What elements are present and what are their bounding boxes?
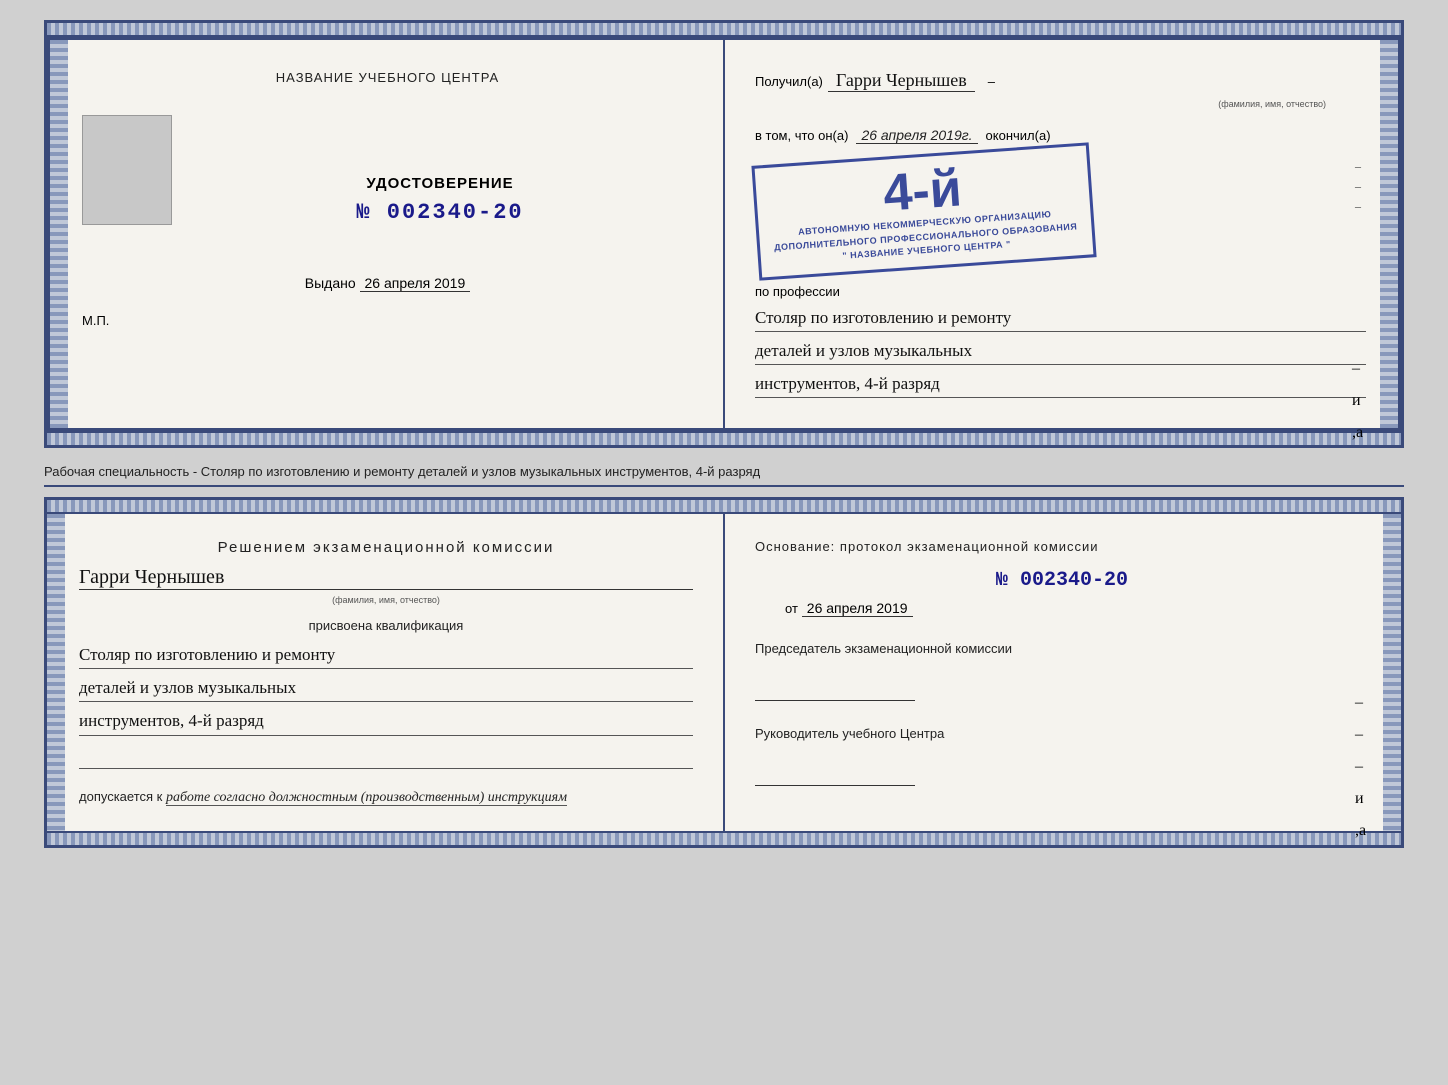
- booklet-left-panel: НАЗВАНИЕ УЧЕБНОГО ЦЕНТРА УДОСТОВЕРЕНИЕ №…: [50, 40, 725, 428]
- stamp-area: 4-й АВТОНОМНУЮ НЕКОММЕРЧЕСКУЮ ОРГАНИЗАЦИ…: [755, 154, 1366, 269]
- bottom-prof-line3: инструментов, 4-й разряд: [79, 707, 693, 735]
- protocol-number: № 002340-20: [755, 569, 1369, 592]
- profession-line2: деталей и узлов музыкальных: [755, 337, 1366, 365]
- booklet-content: НАЗВАНИЕ УЧЕБНОГО ЦЕНТРА УДОСТОВЕРЕНИЕ №…: [47, 37, 1401, 431]
- dopuskaetsya-block: допускается к работе согласно должностны…: [79, 789, 693, 806]
- predsedatel-signature-line: [755, 676, 915, 701]
- profession-block-top: Столяр по изготовлению и ремонту деталей…: [755, 304, 1366, 399]
- booklet-right-panel: Получил(а) Гарри Чернышев – (фамилия, им…: [725, 40, 1398, 428]
- vydano-line: Выдано 26 апреля 2019: [305, 275, 471, 291]
- po-professii-label: по профессии: [755, 284, 1366, 299]
- bottom-left-strip: [47, 514, 65, 831]
- dopuskaetsya-text: работе согласно должностным (производств…: [166, 790, 567, 806]
- okonchil-label: окончил(а): [986, 128, 1051, 143]
- predsedatel-label: Председатель экзаменационной комиссии: [755, 641, 1369, 656]
- poluchil-prefix: Получил(а): [755, 74, 823, 89]
- stamp-box: 4-й АВТОНОМНУЮ НЕКОММЕРЧЕСКУЮ ОРГАНИЗАЦИ…: [751, 142, 1096, 280]
- bottom-fio: Гарри Чернышев: [79, 566, 693, 590]
- rukovoditel-signature-line: [755, 761, 915, 786]
- dash-r3: –: [1355, 199, 1361, 214]
- dash-r2: –: [1355, 179, 1361, 194]
- empty-signature-line: [79, 744, 693, 769]
- top-booklet: НАЗВАНИЕ УЧЕБНОГО ЦЕНТРА УДОСТОВЕРЕНИЕ №…: [44, 20, 1404, 448]
- bottom-right-dashes: – – – и ,а ←– – – – –: [1355, 694, 1379, 848]
- v-tom-label: в том, что он(а): [755, 128, 848, 143]
- bottom-prof-line2: деталей и узлов музыкальных: [79, 674, 693, 702]
- bottom-top-border: [47, 500, 1401, 514]
- fio-top-right: Гарри Чернышев: [828, 70, 975, 92]
- osnovanie-title: Основание: протокол экзаменационной коми…: [755, 539, 1369, 554]
- udostoverenie-label: УДОСТОВЕРЕНИЕ: [366, 175, 513, 192]
- bottom-right-panel: Основание: протокол экзаменационной коми…: [725, 514, 1401, 831]
- bottom-right-strip: [1383, 514, 1401, 831]
- udostoverenie-number: № 002340-20: [356, 200, 523, 225]
- dash1: –: [988, 74, 995, 89]
- photo-placeholder: [82, 115, 172, 225]
- mp-line: М.П.: [82, 313, 693, 328]
- right-dashes: – и ,а ←– –: [1352, 360, 1376, 448]
- ot-prefix: от: [785, 601, 798, 616]
- bottom-booklet: Решением экзаменационной комиссии Гарри …: [44, 497, 1404, 848]
- bottom-profession-block: Столяр по изготовлению и ремонту деталей…: [79, 641, 693, 736]
- bottom-left-panel: Решением экзаменационной комиссии Гарри …: [47, 514, 725, 831]
- top-border-texture: [47, 23, 1401, 37]
- ot-date-block: от 26 апреля 2019: [755, 600, 1369, 616]
- center-title: НАЗВАНИЕ УЧЕБНОГО ЦЕНТРА: [82, 70, 693, 85]
- vydano-block: Выдано 26 апреля 2019: [82, 275, 693, 293]
- ot-date: 26 апреля 2019: [802, 600, 913, 617]
- vydano-label: Выдано: [305, 275, 356, 291]
- v-tom-chto-line: в том, что он(а) 26 апреля 2019г. окончи…: [755, 127, 1366, 144]
- bottom-border-texture: [47, 431, 1401, 445]
- top-date: 26 апреля 2019г.: [856, 127, 977, 144]
- rukovoditel-label: Руководитель учебного Центра: [755, 726, 1369, 741]
- dopuskaetsya-prefix: допускается к: [79, 789, 162, 804]
- bottom-prof-line1: Столяр по изготовлению и ремонту: [79, 641, 693, 669]
- dash-r1: –: [1355, 159, 1361, 174]
- profession-line1: Столяр по изготовлению и ремонту: [755, 304, 1366, 332]
- resheniem-title: Решением экзаменационной комиссии: [79, 539, 693, 556]
- bottom-fio-label: (фамилия, имя, отчество): [79, 590, 693, 608]
- left-content-block: УДОСТОВЕРЕНИЕ № 002340-20: [82, 115, 693, 225]
- poluchil-line: Получил(а) Гарри Чернышев –: [755, 70, 1366, 92]
- bottom-content: Решением экзаменационной комиссии Гарри …: [47, 514, 1401, 831]
- fio-label-right: (фамилия, имя, отчество): [755, 94, 1326, 112]
- separator-label: Рабочая специальность - Столяр по изгото…: [44, 458, 1404, 487]
- left-text-block: УДОСТОВЕРЕНИЕ № 002340-20: [187, 115, 693, 225]
- bottom-fio-block: Гарри Чернышев (фамилия, имя, отчество): [79, 566, 693, 608]
- profession-line3: инструментов, 4-й разряд: [755, 370, 1366, 398]
- prisvoena-label: присвоена квалификация: [79, 618, 693, 633]
- bottom-bottom-border: [47, 831, 1401, 845]
- vydano-date: 26 апреля 2019: [360, 275, 471, 292]
